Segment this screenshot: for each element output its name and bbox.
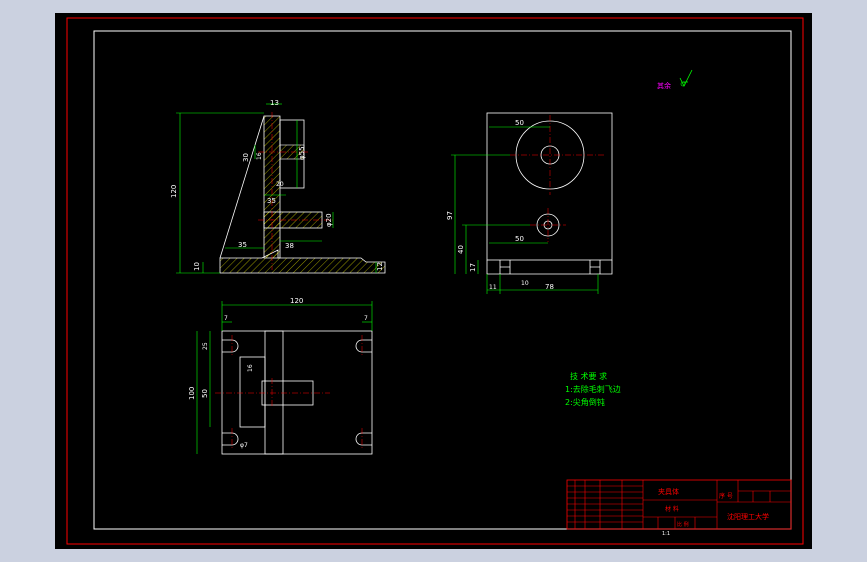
dim-35-lower: 35 [238,241,247,249]
part-name: 夹具体 [658,487,679,496]
dim-100: 100 [188,387,196,400]
school-name: 沈阳理工大学 [727,512,769,521]
dim-25: 25 [202,342,209,350]
drawing-background [55,13,812,549]
dim-16: 16 [256,152,263,160]
tech-note-1: 1:去除毛刺飞边 [565,384,621,394]
dim-20: 20 [276,181,284,188]
scale-value: 1:1 [662,531,670,537]
dim-50-top: 50 [201,389,209,398]
material-label: 材 料 [665,505,679,513]
dim-97: 97 [446,211,454,220]
dim-78: 78 [545,283,554,291]
dim-35-upper: 35 [267,197,276,205]
dim-30: 30 [242,153,250,162]
dim-7-right: 7 [364,315,368,322]
dim-phi7: φ7 [240,442,248,449]
tech-notes-title: 技 术要 求 [570,371,607,381]
dim-7-left: 7 [224,315,228,322]
sequence-label: 序 号 [719,492,733,500]
dim-11: 11 [489,284,497,291]
dim-120-width: 120 [290,297,303,305]
scale-label: 比 例 [677,521,689,528]
dim-38: 38 [285,242,294,250]
dim-12: 12 [376,262,384,271]
dim-16-top: 16 [247,364,254,372]
dim-10: 10 [193,262,201,271]
tech-note-2: 2:尖角倒钝 [565,397,605,407]
dim-phi20: φ20 [325,213,333,227]
dim-phi55: φ55 [298,146,306,160]
dim-17: 17 [469,263,477,272]
cad-drawing-window: 其余 13 120 35 35 38 10 12 φ20 16 30 φ55 2… [0,0,867,562]
dim-50-upper: 50 [515,119,524,127]
dim-10-side: 10 [521,280,529,287]
roughness-note-text: 其余 [657,81,671,90]
dim-50-lower: 50 [515,235,524,243]
cad-canvas[interactable]: 其余 13 120 35 35 38 10 12 φ20 16 30 φ55 2… [0,0,867,562]
dim-13: 13 [270,99,279,107]
dim-40: 40 [457,245,465,254]
dim-120-height: 120 [170,185,178,198]
